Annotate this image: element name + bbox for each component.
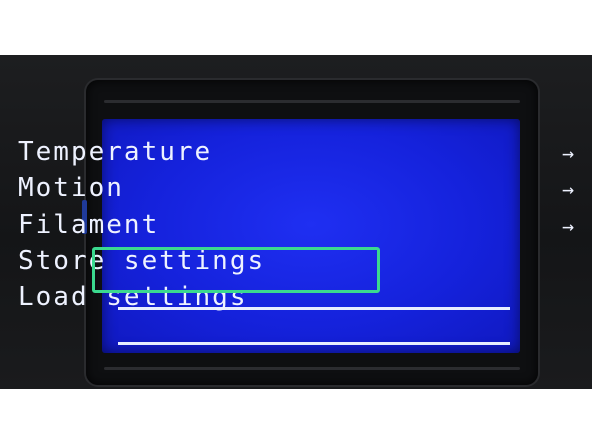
menu-item-motion[interactable]: Motion →: [18, 171, 574, 205]
menu-item-label: Temperature: [18, 137, 213, 167]
bezel-rail-top: [104, 100, 520, 103]
arrow-right-icon: →: [561, 141, 574, 165]
menu-item-label: Filament: [18, 210, 160, 240]
menu-item-label: Motion: [18, 173, 124, 203]
selection-line-bottom: [118, 342, 510, 345]
bezel-rail-bottom: [104, 367, 520, 370]
selected-item-highlight: [92, 247, 380, 293]
menu-item-filament[interactable]: Filament →: [18, 208, 574, 242]
arrow-right-icon: →: [561, 214, 574, 238]
printer-panel-photo: Temperature → Motion → Filament → Store …: [0, 55, 592, 389]
menu-item-temperature[interactable]: Temperature →: [18, 135, 574, 169]
arrow-right-icon: →: [561, 177, 574, 201]
